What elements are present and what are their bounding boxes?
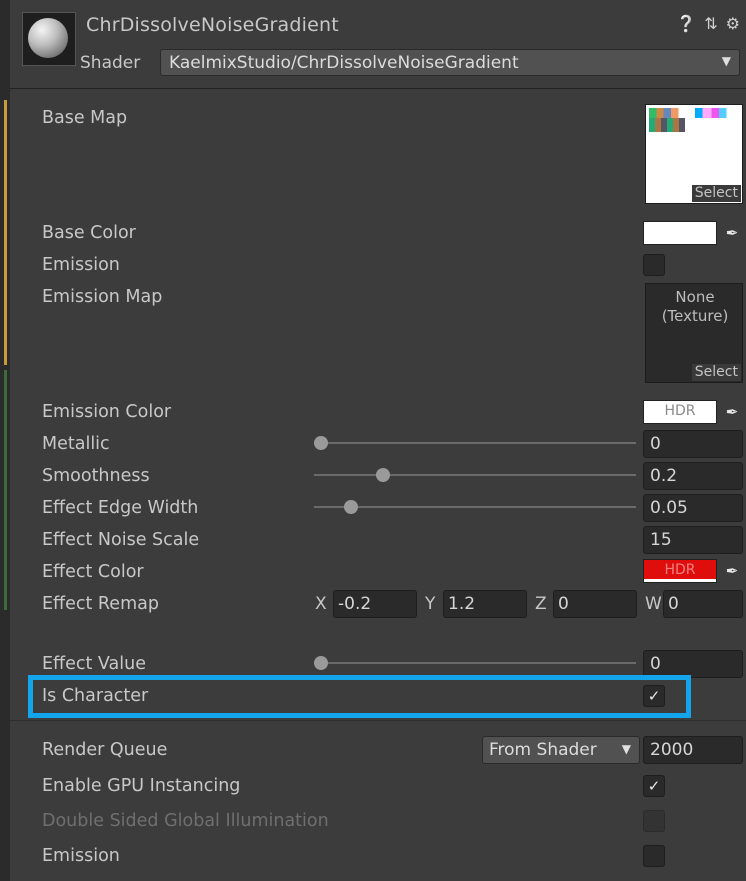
- emission-toggle[interactable]: [643, 254, 665, 276]
- material-title: ChrDissolveNoiseGradient: [86, 14, 339, 36]
- material-sphere-icon: [28, 18, 68, 58]
- base-color-field[interactable]: [643, 221, 717, 245]
- alpha-bar: [644, 579, 716, 582]
- emission-map-texture-slot[interactable]: None (Texture) Select: [645, 283, 743, 383]
- remap-w-field[interactable]: 0: [663, 590, 743, 618]
- effect-color-label: Effect Color: [42, 562, 144, 582]
- remap-z-value: 0: [558, 594, 569, 614]
- remap-x-value: -0.2: [338, 594, 372, 614]
- double-sided-gi-label: Double Sided Global Illumination: [42, 811, 329, 831]
- remap-y-field[interactable]: 1.2: [443, 590, 527, 618]
- shader-label: Shader: [80, 53, 141, 73]
- window-edge: [0, 0, 10, 881]
- remap-x-label: X: [315, 594, 327, 614]
- effect-color-field[interactable]: HDR: [643, 559, 717, 583]
- gpu-instancing-toggle[interactable]: ✓: [643, 775, 665, 797]
- remap-y-label: Y: [425, 594, 436, 614]
- metallic-field[interactable]: 0: [643, 430, 743, 458]
- remap-z-label: Z: [535, 594, 547, 614]
- remap-y-value: 1.2: [448, 594, 476, 614]
- effect-value-field[interactable]: 0: [643, 650, 743, 678]
- settings-icon[interactable]: ⚙: [726, 14, 740, 33]
- base-map-texture-slot[interactable]: Select: [645, 104, 743, 204]
- metallic-slider-track[interactable]: [314, 442, 636, 444]
- shader-dropdown[interactable]: KaelmixStudio/ChrDissolveNoiseGradient ▼: [160, 49, 740, 76]
- metallic-value: 0: [650, 434, 661, 454]
- base-color-label: Base Color: [42, 223, 136, 243]
- effect-value-value: 0: [650, 654, 661, 674]
- effect-noise-scale-value: 15: [650, 530, 672, 550]
- shader-value: KaelmixStudio/ChrDissolveNoiseGradient: [169, 53, 519, 73]
- render-queue-label: Render Queue: [42, 740, 168, 760]
- smoothness-value: 0.2: [650, 466, 678, 486]
- chevron-down-icon: ▼: [621, 742, 631, 756]
- remap-x-field[interactable]: -0.2: [333, 590, 417, 618]
- checkmark-icon: ✓: [647, 777, 661, 795]
- edge-accent-yellow: [4, 100, 7, 365]
- material-preview[interactable]: [22, 12, 76, 66]
- remap-w-label: W: [645, 594, 662, 614]
- effect-noise-scale-field[interactable]: 15: [643, 526, 743, 554]
- header-icons: ❔ ⇅ ⚙: [676, 14, 740, 33]
- preset-icon[interactable]: ⇅: [704, 14, 717, 33]
- remap-w-value: 0: [668, 594, 679, 614]
- effect-edge-width-slider-handle[interactable]: [344, 500, 358, 514]
- smoothness-field[interactable]: 0.2: [643, 462, 743, 490]
- double-sided-gi-toggle: [643, 810, 665, 832]
- emission-color-field[interactable]: HDR: [643, 400, 717, 424]
- effect-edge-width-value: 0.05: [650, 498, 688, 518]
- gpu-instancing-label: Enable GPU Instancing: [42, 776, 241, 796]
- render-queue-dropdown[interactable]: From Shader ▼: [482, 736, 640, 764]
- effect-noise-scale-label: Effect Noise Scale: [42, 530, 200, 550]
- emission-map-select-button[interactable]: Select: [691, 364, 741, 381]
- eyedropper-icon[interactable]: ✒: [720, 221, 744, 245]
- effect-edge-width-label: Effect Edge Width: [42, 498, 199, 518]
- metallic-label: Metallic: [42, 434, 110, 454]
- help-icon[interactable]: ❔: [676, 14, 696, 33]
- texture-thumbnail-detail: [649, 118, 685, 132]
- metallic-slider-handle[interactable]: [314, 436, 328, 450]
- eyedropper-icon[interactable]: ✒: [720, 559, 744, 583]
- smoothness-slider-handle[interactable]: [376, 468, 390, 482]
- eyedropper-icon[interactable]: ✒: [720, 400, 744, 424]
- emission-map-label: Emission Map: [42, 287, 163, 307]
- emission-map-none-text: None (Texture): [646, 288, 744, 326]
- base-map-select-button[interactable]: Select: [691, 185, 741, 202]
- effect-value-slider-handle[interactable]: [314, 656, 328, 670]
- render-queue-value: 2000: [650, 740, 694, 760]
- advanced-emission-toggle[interactable]: [643, 845, 665, 867]
- emission-label: Emission: [42, 255, 120, 275]
- effect-edge-width-slider-track[interactable]: [314, 506, 636, 508]
- texture-thumbnail: [649, 108, 741, 118]
- edge-accent-green: [4, 370, 7, 610]
- texture-line: (Texture): [661, 307, 729, 325]
- emission-color-label: Emission Color: [42, 402, 172, 422]
- advanced-emission-label: Emission: [42, 846, 120, 866]
- smoothness-slider-track[interactable]: [314, 474, 636, 476]
- smoothness-label: Smoothness: [42, 466, 150, 486]
- render-queue-dropdown-value: From Shader: [489, 740, 597, 760]
- base-map-label: Base Map: [42, 108, 128, 128]
- chevron-down-icon: ▼: [721, 54, 731, 68]
- divider: [10, 720, 746, 721]
- effect-edge-width-field[interactable]: 0.05: [643, 494, 743, 522]
- hdr-label: HDR: [664, 562, 696, 578]
- remap-z-field[interactable]: 0: [553, 590, 637, 618]
- effect-remap-label: Effect Remap: [42, 594, 159, 614]
- effect-value-label: Effect Value: [42, 654, 146, 674]
- render-queue-field[interactable]: 2000: [643, 736, 743, 764]
- hdr-label: HDR: [664, 403, 696, 419]
- highlight-box: [28, 675, 691, 718]
- effect-value-slider-track[interactable]: [314, 662, 636, 664]
- none-line: None: [675, 288, 715, 306]
